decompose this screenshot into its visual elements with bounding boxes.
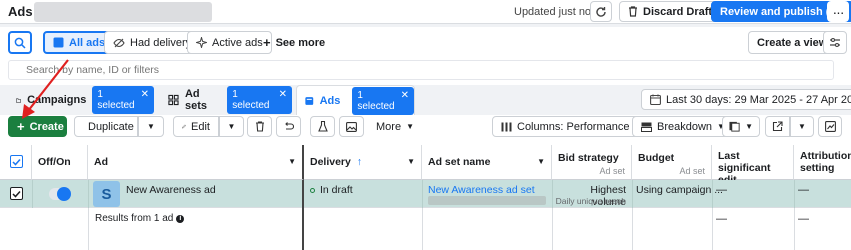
annotation-arrow: [22, 59, 69, 119]
